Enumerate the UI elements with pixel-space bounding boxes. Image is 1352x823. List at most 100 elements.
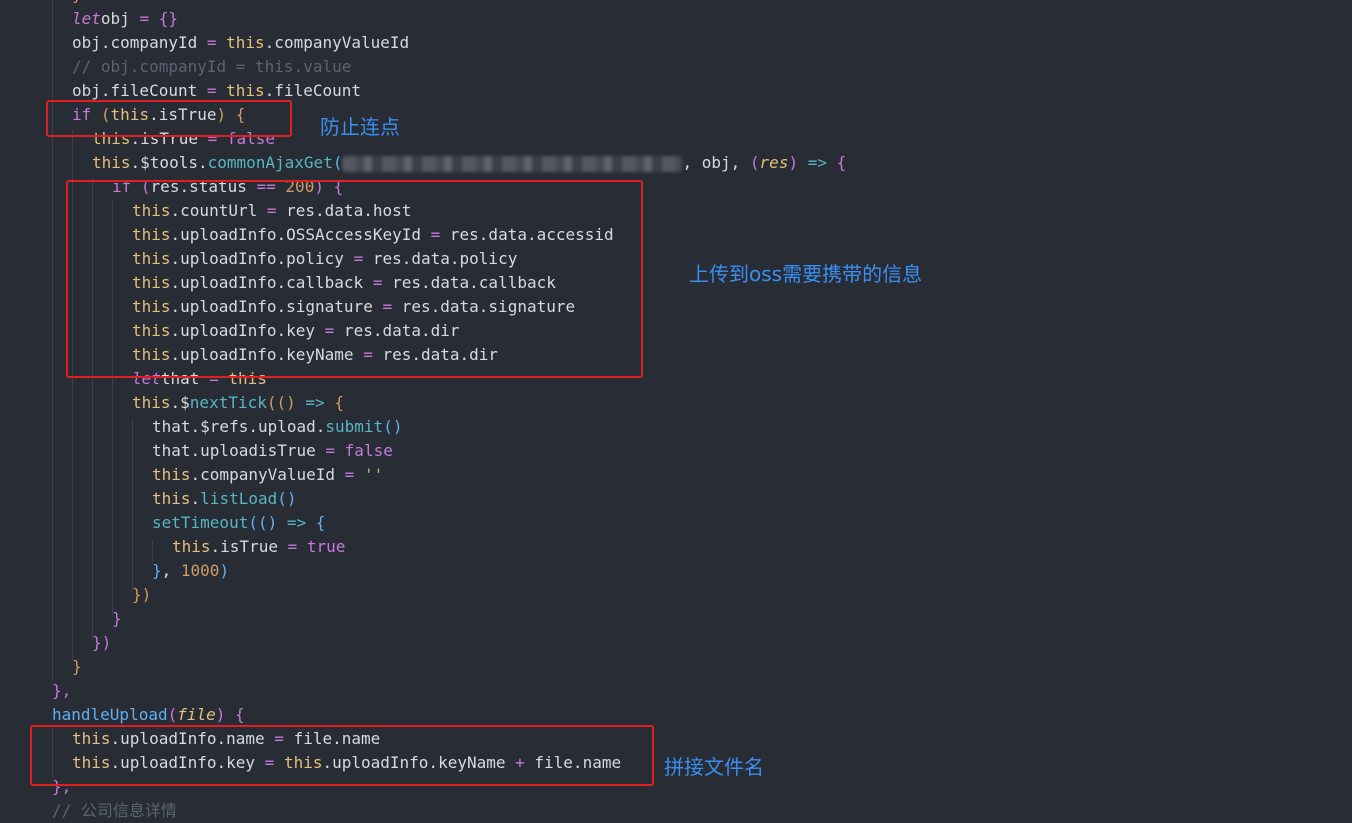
code-token: .companyValueId xyxy=(264,33,410,52)
code-line[interactable]: setTimeout(() => { xyxy=(152,511,325,535)
code-token: '' xyxy=(363,465,384,484)
code-line[interactable]: this.$tools.commonAjaxGet(, obj, (res) =… xyxy=(92,151,846,175)
code-token: (( xyxy=(266,393,287,412)
code-token: (( xyxy=(248,513,268,532)
code-token: } xyxy=(112,609,122,628)
code-token: this xyxy=(152,465,191,484)
indent-guide xyxy=(132,418,133,590)
code-token: ( xyxy=(167,705,178,724)
code-token: () xyxy=(383,417,403,436)
code-token: false xyxy=(344,441,393,460)
code-line[interactable]: } xyxy=(72,0,82,7)
code-token: let xyxy=(72,9,101,28)
code-line[interactable]: }, xyxy=(52,679,71,703)
code-token: setTimeout xyxy=(152,513,249,532)
code-token: {} xyxy=(158,9,178,28)
code-token: commonAjaxGet xyxy=(207,153,333,172)
code-token: , xyxy=(161,561,181,580)
code-token: obj.companyId xyxy=(72,33,207,52)
code-token: ) xyxy=(219,561,230,580)
code-token: }) xyxy=(132,585,152,604)
code-token: // 公司信息详情 xyxy=(52,801,177,820)
code-line[interactable]: } xyxy=(112,607,122,631)
code-token: this xyxy=(172,537,211,556)
code-line[interactable]: letobj = {} xyxy=(72,7,178,31)
annotation-prevent-repeat: 防止连点 xyxy=(320,115,400,139)
redacted-url xyxy=(342,155,683,172)
code-token: ) xyxy=(788,153,799,172)
code-line[interactable]: // 公司信息详情 xyxy=(52,799,177,823)
annotation-concat-filename: 拼接文件名 xyxy=(664,755,764,779)
code-token: = xyxy=(344,465,355,484)
code-token: = xyxy=(139,9,150,28)
code-token: that.$refs.upload. xyxy=(152,417,326,436)
code-token: { xyxy=(836,153,847,172)
code-token: .isTrue xyxy=(210,537,288,556)
code-line[interactable]: }) xyxy=(132,583,151,607)
code-token: ( xyxy=(332,153,343,172)
code-token: submit xyxy=(325,417,384,436)
code-token: this xyxy=(92,153,131,172)
code-token: ( xyxy=(749,153,760,172)
code-token: => xyxy=(305,393,325,412)
code-token: .companyValueId xyxy=(190,465,345,484)
code-token: { xyxy=(235,705,245,724)
code-token: listLoad xyxy=(200,489,278,508)
code-line[interactable]: this.listLoad() xyxy=(152,487,297,511)
code-token: this xyxy=(226,33,265,52)
code-token: ) xyxy=(267,513,278,532)
highlight-box-oss xyxy=(66,180,643,378)
highlight-box-upload xyxy=(30,725,654,786)
code-token: // obj.companyId = this.value xyxy=(72,57,352,76)
code-line[interactable]: this.companyValueId = '' xyxy=(152,463,383,487)
code-line[interactable]: that.uploadisTrue = false xyxy=(152,439,393,463)
code-line[interactable]: } xyxy=(72,655,82,679)
code-line[interactable]: obj.companyId = this.companyValueId xyxy=(72,31,409,55)
code-line[interactable]: handleUpload(file) { xyxy=(52,703,245,727)
code-token: obj xyxy=(100,9,140,28)
code-line[interactable]: }) xyxy=(92,631,111,655)
code-token: file xyxy=(177,705,216,724)
code-line[interactable]: this.isTrue = true xyxy=(172,535,345,559)
code-token: = xyxy=(206,33,217,52)
annotation-oss-info: 上传到oss需要携带的信息 xyxy=(689,262,923,286)
code-token: res xyxy=(759,153,789,172)
code-token: nextTick xyxy=(189,393,267,412)
code-token: => xyxy=(286,513,307,532)
code-line[interactable]: }, 1000) xyxy=(152,559,229,583)
code-token: .$ xyxy=(170,393,190,412)
code-line[interactable]: that.$refs.upload.submit() xyxy=(152,415,402,439)
code-token: , obj, xyxy=(682,153,750,172)
code-token: { xyxy=(315,513,326,532)
code-token: } xyxy=(72,657,82,676)
code-token: }) xyxy=(92,633,112,652)
code-token: obj.fileCount xyxy=(72,81,207,100)
code-token: = xyxy=(325,441,336,460)
code-token: = xyxy=(206,81,217,100)
code-line[interactable]: // obj.companyId = this.value xyxy=(72,55,351,79)
code-token: that.uploadisTrue xyxy=(152,441,326,460)
code-token: this xyxy=(152,489,191,508)
code-token: }, xyxy=(52,681,72,700)
code-token: handleUpload xyxy=(52,705,168,724)
code-token: 1000 xyxy=(180,561,220,580)
code-token: => xyxy=(807,153,827,172)
code-token: ) xyxy=(215,705,226,724)
code-token: { xyxy=(334,393,344,412)
code-token: .fileCount xyxy=(264,81,361,100)
code-line[interactable]: this.$nextTick(() => { xyxy=(132,391,344,415)
code-token: this xyxy=(132,393,171,412)
code-token: . xyxy=(190,489,201,508)
